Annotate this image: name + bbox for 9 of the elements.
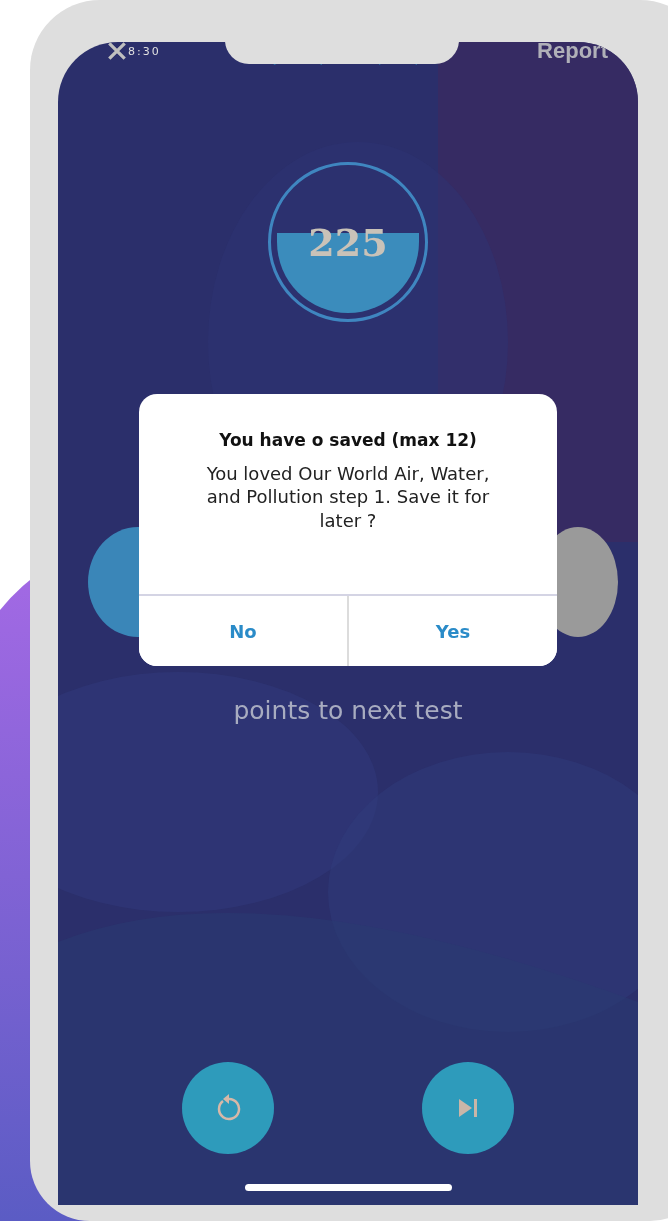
close-icon[interactable]: [106, 42, 128, 62]
restart-icon: [215, 1093, 241, 1123]
dialog-button[interactable]: Yes: [347, 596, 557, 666]
status-time: 8:30: [128, 44, 161, 58]
dialog-title: You have o saved (max 12): [219, 430, 477, 450]
report-link[interactable]: Report: [537, 42, 608, 64]
dialog-message: You loved Our World Air, Water, and Pollution step 1. Save it for later ?: [205, 462, 491, 533]
points-caption: points to next test: [233, 696, 463, 725]
score-value: 225: [308, 219, 388, 265]
